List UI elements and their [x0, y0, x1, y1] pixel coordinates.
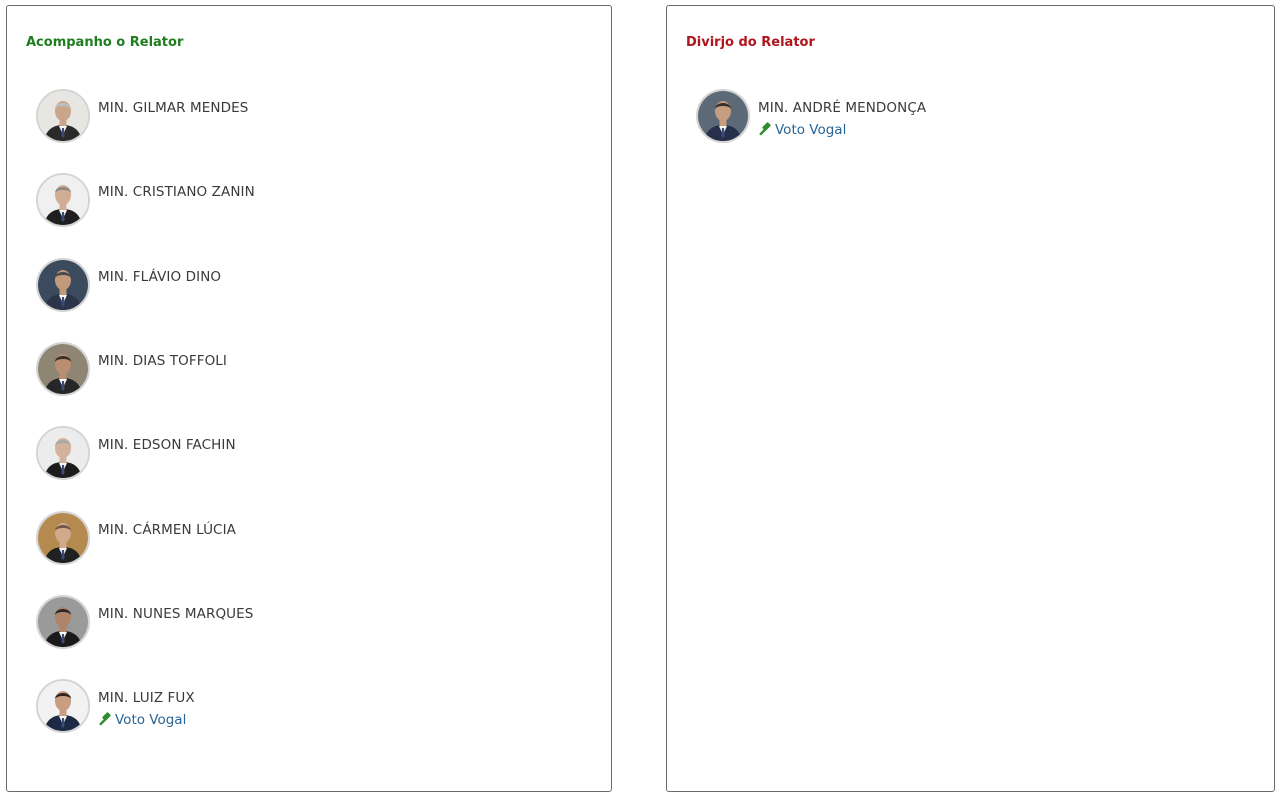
- judge-item: MIN. CÁRMEN LÚCIA: [36, 510, 576, 565]
- judge-avatar: [696, 89, 750, 143]
- judge-item: MIN. NUNES MARQUES: [36, 594, 576, 649]
- judge-name: MIN. CÁRMEN LÚCIA: [98, 521, 236, 538]
- judge-avatar: [36, 257, 90, 312]
- gavel-icon: [758, 122, 772, 140]
- judge-item: MIN. GILMAR MENDES: [36, 89, 576, 143]
- judge-name: MIN. LUIZ FUX: [98, 690, 195, 707]
- judge-item: MIN. EDSON FACHIN: [36, 426, 576, 481]
- diverge-rapporteur-panel: Divirjo do Relator MIN. ANDRÉ MENDONÇA Vo…: [666, 5, 1275, 792]
- panel-title-follow: Acompanho o Relator: [26, 35, 184, 50]
- judge-name: MIN. DIAS TOFFOLI: [98, 352, 228, 369]
- vote-vogal-label: Voto Vogal: [775, 122, 847, 138]
- judge-avatar: [36, 173, 90, 228]
- gavel-icon: [98, 712, 112, 730]
- judge-name: MIN. CRISTIANO ZANIN: [98, 184, 255, 201]
- vote-vogal-label: Voto Vogal: [115, 712, 187, 729]
- judge-avatar: [36, 594, 90, 649]
- judge-item: MIN. CRISTIANO ZANIN: [36, 173, 576, 228]
- judge-name: MIN. ANDRÉ MENDONÇA: [758, 100, 927, 116]
- judge-name: MIN. FLÁVIO DINO: [98, 268, 222, 285]
- judge-item: MIN. ANDRÉ MENDONÇA Voto Vogal: [696, 89, 1236, 143]
- judge-avatar: [36, 341, 90, 396]
- follow-rapporteur-panel: Acompanho o Relator MIN. GILMAR MENDES MI…: [6, 5, 612, 792]
- judge-item: MIN. DIAS TOFFOLI: [36, 341, 576, 396]
- judge-avatar: [36, 679, 90, 734]
- judge-item: MIN. FLÁVIO DINO: [36, 257, 576, 312]
- judge-name: MIN. NUNES MARQUES: [98, 605, 254, 622]
- panel-title-diverge: Divirjo do Relator: [686, 35, 815, 50]
- judge-avatar: [36, 426, 90, 481]
- judge-item: MIN. LUIZ FUX Voto Vogal: [36, 679, 576, 734]
- judge-name: MIN. GILMAR MENDES: [98, 100, 249, 116]
- vote-vogal-link[interactable]: Voto Vogal: [758, 122, 846, 140]
- judge-avatar: [36, 510, 90, 565]
- judge-avatar: [36, 89, 90, 143]
- judge-name: MIN. EDSON FACHIN: [98, 437, 236, 454]
- vote-vogal-link[interactable]: Voto Vogal: [98, 712, 186, 730]
